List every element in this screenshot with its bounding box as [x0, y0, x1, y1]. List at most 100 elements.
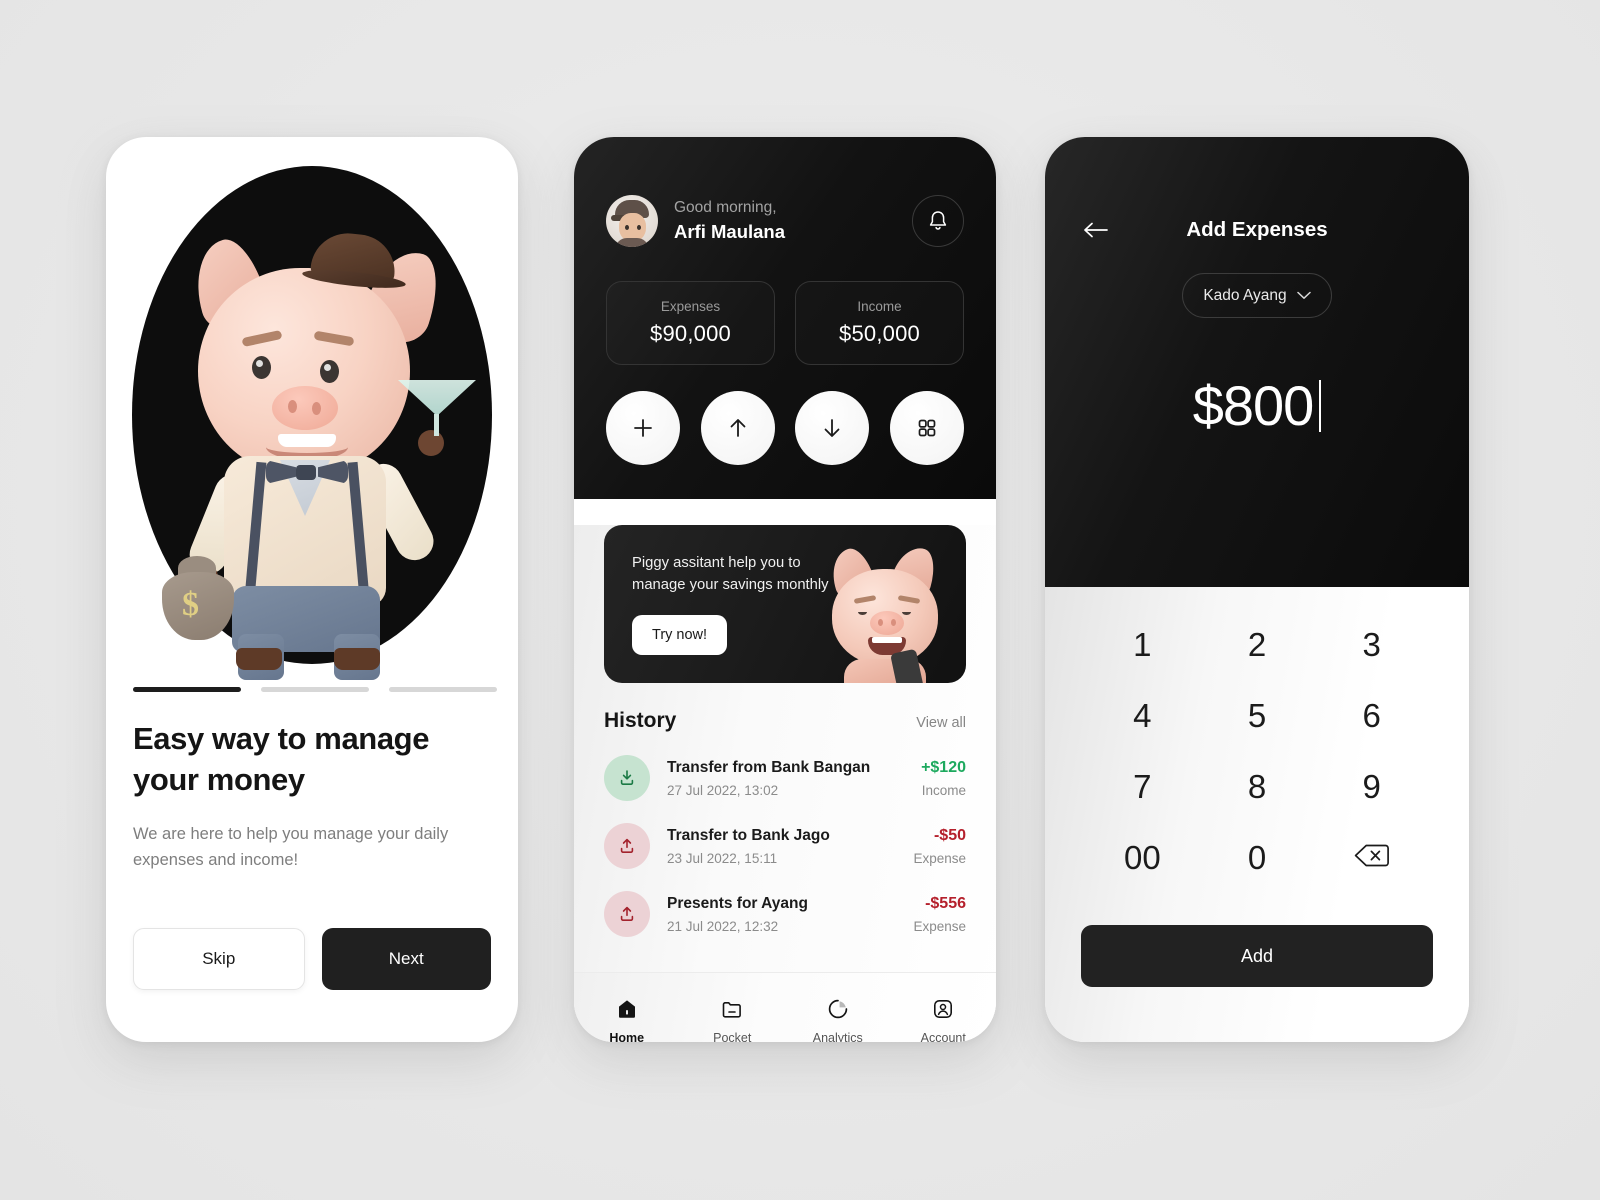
table-row[interactable]: Transfer to Bank Jago 23 Jul 2022, 15:11… — [604, 823, 966, 869]
pig-eye-left — [252, 356, 271, 379]
tab-analytics[interactable]: Analytics — [785, 996, 891, 1042]
key-double-zero[interactable]: 00 — [1124, 839, 1161, 877]
try-now-button[interactable]: Try now! — [632, 614, 728, 655]
income-value: $50,000 — [839, 321, 920, 346]
bottom-navigation: Home Pocket Analytics Account — [574, 972, 996, 1042]
pagination-dot-2[interactable] — [261, 687, 369, 692]
grid-icon — [918, 419, 936, 437]
user-name: Arfi Maulana — [674, 221, 786, 242]
tab-label: Home — [609, 1031, 645, 1042]
arrow-down-icon — [824, 419, 840, 437]
tab-pocket[interactable]: Pocket — [680, 996, 786, 1042]
transaction-amount: -$556 — [925, 894, 966, 912]
amount-display[interactable]: $800 — [1045, 373, 1469, 438]
pig-nostril-right — [312, 402, 321, 415]
cocktail-glass-icon — [398, 380, 476, 416]
promo-card[interactable]: Piggy assitant help you to manage your s… — [604, 525, 966, 683]
greeting-row: Good morning, Arfi Maulana — [606, 195, 964, 247]
transaction-type: Income — [921, 782, 966, 798]
pagination-dot-3[interactable] — [389, 687, 497, 692]
transaction-name: Presents for Ayang — [667, 894, 808, 912]
pig-nostril-left — [288, 400, 297, 413]
expenses-value: $90,000 — [650, 321, 731, 346]
key-3[interactable]: 3 — [1362, 626, 1380, 664]
upload-arrow-icon — [604, 823, 650, 869]
add-expenses-header: Add Expenses Kado Ayang $800 — [1045, 137, 1469, 587]
category-label: Kado Ayang — [1203, 286, 1287, 304]
transaction-info: Presents for Ayang 21 Jul 2022, 12:32 — [667, 895, 808, 934]
transaction-type: Expense — [913, 918, 966, 934]
app-mockup-canvas: $ Easy way to manage your money We are h… — [0, 0, 1600, 1200]
transaction-info: Transfer to Bank Jago 23 Jul 2022, 15:11 — [667, 827, 830, 866]
history-title: History — [604, 709, 677, 732]
pig-teeth — [278, 434, 336, 447]
home-screen: Good morning, Arfi Maulana Expenses $90,… — [574, 137, 996, 1042]
download-arrow-icon — [604, 755, 650, 801]
greeting-text: Good morning, Arfi Maulana — [674, 199, 785, 243]
avatar[interactable] — [606, 195, 658, 247]
piggy-with-phone-illustration — [810, 542, 960, 683]
key-9[interactable]: 9 — [1362, 768, 1380, 806]
tab-label: Account — [920, 1031, 966, 1042]
table-row[interactable]: Transfer from Bank Bangan 27 Jul 2022, 1… — [604, 755, 966, 801]
hero-illustration-area: $ — [132, 165, 492, 680]
quick-action-send[interactable] — [700, 391, 775, 465]
income-card[interactable]: Income $50,000 — [795, 281, 964, 365]
onboarding-screen: $ Easy way to manage your money We are h… — [106, 137, 518, 1042]
add-button[interactable]: Add — [1081, 925, 1433, 987]
transaction-amount-block: -$50 Expense — [913, 827, 966, 866]
notification-button[interactable] — [912, 195, 964, 247]
backspace-icon — [1354, 844, 1389, 866]
quick-action-add[interactable] — [606, 391, 680, 465]
expenses-card[interactable]: Expenses $90,000 — [606, 281, 775, 365]
bell-icon — [929, 211, 947, 230]
quick-actions — [606, 391, 964, 465]
pig-mascot-illustration: $ — [132, 166, 492, 680]
transaction-date: 21 Jul 2022, 12:32 — [667, 918, 779, 934]
onboarding-title: Easy way to manage your money — [133, 721, 430, 798]
chevron-down-icon — [1296, 291, 1311, 299]
transaction-info: Transfer from Bank Bangan 27 Jul 2022, 1… — [667, 759, 870, 798]
pagination-indicator — [133, 687, 518, 692]
expenses-label: Expenses — [660, 299, 721, 314]
pig-eye-right — [320, 360, 339, 383]
home-body: Piggy assitant help you to manage your s… — [574, 525, 996, 1042]
key-2[interactable]: 2 — [1248, 626, 1266, 664]
tab-home[interactable]: Home — [574, 996, 680, 1042]
quick-action-more[interactable] — [889, 391, 964, 465]
view-all-link[interactable]: View all — [916, 715, 966, 731]
transaction-amount-block: -$556 Expense — [913, 895, 966, 934]
key-0[interactable]: 0 — [1248, 839, 1266, 877]
home-header: Good morning, Arfi Maulana Expenses $90,… — [574, 137, 996, 499]
pig-snout — [272, 386, 338, 430]
next-button[interactable]: Next — [321, 928, 491, 990]
transaction-date: 23 Jul 2022, 15:11 — [667, 850, 778, 866]
key-1[interactable]: 1 — [1133, 626, 1151, 664]
transaction-amount: +$120 — [921, 758, 966, 776]
quick-action-receive[interactable] — [795, 391, 870, 465]
table-row[interactable]: Presents for Ayang 21 Jul 2022, 12:32 -$… — [604, 891, 966, 937]
arrow-up-icon — [730, 419, 746, 437]
key-4[interactable]: 4 — [1133, 697, 1151, 735]
home-icon — [618, 1000, 635, 1018]
transaction-amount-block: +$120 Income — [921, 759, 966, 798]
backspace-button[interactable] — [1353, 839, 1391, 877]
category-selector[interactable]: Kado Ayang — [1182, 273, 1332, 318]
text-cursor — [1319, 379, 1322, 432]
key-6[interactable]: 6 — [1362, 697, 1380, 735]
greeting-label: Good morning, — [674, 199, 777, 216]
onboarding-subtitle: We are here to help you manage your dail… — [133, 825, 449, 869]
summary-cards: Expenses $90,000 Income $50,000 — [606, 281, 964, 365]
tab-label: Pocket — [713, 1031, 752, 1042]
key-7[interactable]: 7 — [1133, 768, 1151, 806]
plus-icon — [634, 419, 652, 437]
skip-button[interactable]: Skip — [133, 928, 305, 990]
key-5[interactable]: 5 — [1248, 697, 1266, 735]
page-title: Add Expenses — [1186, 218, 1328, 241]
pig-hoof-right — [334, 648, 380, 670]
tab-account[interactable]: Account — [891, 996, 997, 1042]
upload-arrow-icon — [604, 891, 650, 937]
key-8[interactable]: 8 — [1248, 768, 1266, 806]
pagination-dot-1[interactable] — [133, 687, 241, 692]
onboarding-actions: Skip Next — [133, 928, 491, 990]
